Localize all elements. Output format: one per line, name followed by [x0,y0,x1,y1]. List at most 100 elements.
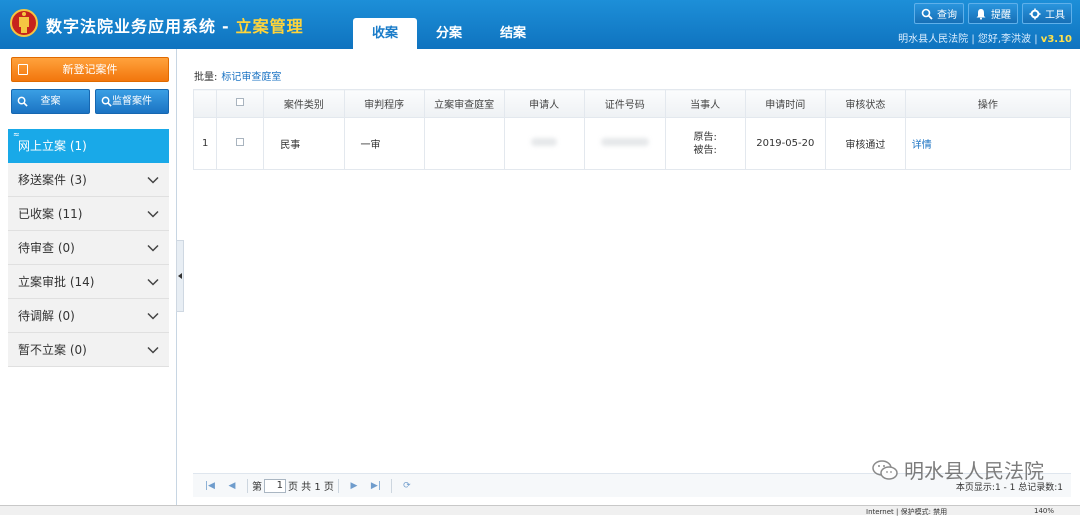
watermark: 明水县人民法院 [872,455,1044,484]
party-plaintiff: 原告: [693,131,717,143]
tools-button[interactable]: 工具 [1022,3,1072,24]
sidebar-item-label: 暂不立案 (0) [18,343,87,357]
chevron-down-icon [147,176,159,184]
security-zone: Internet | 保护模式: 禁用 [866,508,948,516]
next-page-icon[interactable]: ▶ [347,479,361,493]
pager-divider [247,478,248,493]
table-header-row: 案件类别 审判程序 立案审查庭室 申请人 证件号码 当事人 申请时间 审核状态 … [192,89,1072,118]
mark-review-court-link[interactable]: 标记审查庭室 [221,72,281,83]
cell-action: 详情 [904,117,1072,170]
sidebar-item-mediation[interactable]: 待调解 (0) [8,299,169,333]
row-select-cell [216,117,265,170]
redacted-applicant [531,138,558,146]
chevron-down-icon [147,312,159,320]
remind-button[interactable]: 提醒 [968,3,1018,24]
column-apply-time: 申请时间 [744,89,826,118]
case-table: 案件类别 审判程序 立案审查庭室 申请人 证件号码 当事人 申请时间 审核状态 … [192,89,1072,170]
page-prefix: 第 [252,482,262,493]
chevron-down-icon [147,346,159,354]
main-content: 批量: 标记审查庭室 案件类别 审判程序 立案审查庭室 申请人 证件号码 当事人 … [184,49,1080,505]
zoom-level[interactable]: 140% [1034,507,1054,515]
sidebar-collapse-handle[interactable] [176,240,184,312]
sidebar-item-transferred[interactable]: 移送案件 (3) [8,163,169,197]
tab-assign[interactable]: 分案 [417,18,481,49]
app-header: 数字法院业务应用系统 - 立案管理 收案 分案 结案 查询 提醒 工具 明水县人民法… [0,0,1080,49]
pager-divider [337,478,339,493]
page-number-input[interactable]: 1 [264,478,286,493]
version-badge: v3.10 [1040,34,1072,45]
search-icon [101,96,112,107]
module-name: 立案管理 [235,17,304,36]
search-icon [921,8,933,20]
column-applicant: 申请人 [503,89,585,118]
batch-label: 批量: [194,72,218,83]
supervise-case-button[interactable]: 监督案件 [95,89,169,114]
query-button[interactable]: 查询 [914,3,964,24]
details-link[interactable]: 详情 [912,140,932,151]
sidebar-item-label: 网上立案 (1) [18,139,87,153]
sidebar-item-online-filing[interactable]: ≈ 网上立案 (1) [8,129,169,163]
row-checkbox[interactable] [236,138,245,146]
column-review-court: 立案审查庭室 [423,89,505,118]
cell-status: 审核通过 [824,117,906,170]
column-procedure: 审判程序 [343,89,425,118]
court-emblem-icon [10,9,38,37]
pager-divider [390,478,392,493]
sidebar-item-approval[interactable]: 立案审批 (14) [8,265,169,299]
new-case-label: 新登记案件 [62,63,118,76]
sidebar-item-label: 已收案 (11) [18,207,83,221]
header-tools: 查询 提醒 工具 [914,3,1072,24]
cell-procedure: 一审 [343,117,425,170]
prev-page-icon[interactable]: ◀ [225,479,239,493]
tools-label: 工具 [1045,10,1065,21]
chevron-down-icon [147,210,159,218]
collapse-arrow-icon [178,273,182,279]
tab-receive[interactable]: 收案 [353,18,417,49]
batch-bar: 批量: 标记审查庭室 [194,68,281,83]
supervise-case-label: 监督案件 [112,96,152,107]
redacted-id-number [600,138,649,146]
user-info-text: 明水县人民法院 | 您好,李洪波 | [898,34,1038,45]
table-row[interactable]: 1 民事 一审 原告: 被告: 2019-05-20 审核通过 详情 [192,117,1072,170]
sidebar-item-label: 立案审批 (14) [18,275,95,289]
column-status: 审核状态 [824,89,906,118]
page-suffix: 页 共 1 页 [288,482,334,493]
select-all-checkbox[interactable] [236,98,245,106]
sidebar-item-label: 移送案件 (3) [18,173,87,187]
sidebar-nav: ≈ 网上立案 (1) 移送案件 (3) 已收案 (11) 待审查 (0) 立案审… [8,129,169,367]
cell-apply-time: 2019-05-20 [744,117,826,170]
sidebar-item-received[interactable]: 已收案 (11) [8,197,169,231]
corner-mark: ≈ [13,130,20,139]
sidebar-item-suspended[interactable]: 暂不立案 (0) [8,333,169,367]
chevron-down-icon [147,278,159,286]
app-name: 数字法院业务应用系统 [46,17,217,36]
sidebar-item-pending-review[interactable]: 待审查 (0) [8,231,169,265]
query-label: 查询 [937,10,957,21]
last-page-icon[interactable]: ▶| [369,479,383,493]
cell-party: 原告: 被告: [664,117,746,170]
search-case-label: 查案 [40,96,61,107]
column-action: 操作 [904,89,1072,118]
cell-id-number [583,117,666,170]
first-page-icon[interactable]: |◀ [203,479,217,493]
new-case-button[interactable]: 新登记案件 [11,57,169,82]
chevron-down-icon [147,244,159,252]
column-index [192,89,218,118]
tab-close[interactable]: 结案 [481,18,545,49]
sidebar-item-label: 待调解 (0) [18,309,75,323]
wechat-icon [872,459,898,480]
sidebar-button-row: 查案 监督案件 [11,89,169,114]
search-case-button[interactable]: 查案 [11,89,90,114]
gear-icon [1029,8,1041,19]
cell-applicant [503,117,585,170]
column-select-all [216,89,265,118]
browser-status-bar: Internet | 保护模式: 禁用 140% [0,505,1080,516]
main-tabs: 收案 分案 结案 [353,18,545,49]
remind-label: 提醒 [991,10,1011,21]
cell-category: 民事 [263,117,345,170]
refresh-icon[interactable]: ⟳ [400,479,414,493]
document-icon [18,64,28,75]
bell-icon [976,8,986,20]
title-separator: - [222,17,230,36]
search-icon [17,96,28,107]
